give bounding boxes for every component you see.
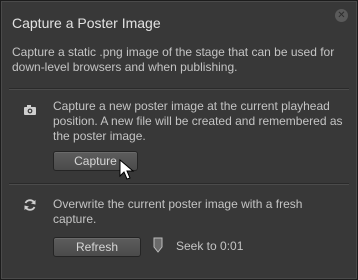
divider	[9, 88, 349, 90]
capture-description: Capture a new poster image at the curren…	[53, 99, 343, 143]
dialog-description: Capture a static .png image of the stage…	[12, 45, 335, 74]
camera-icon	[24, 105, 36, 115]
close-button[interactable]: ✕	[335, 9, 348, 22]
dialog-title: Capture a Poster Image	[12, 15, 161, 31]
refresh-button[interactable]: Refresh	[53, 237, 141, 257]
playhead-marker-icon[interactable]	[153, 237, 163, 253]
refresh-icon	[24, 199, 36, 211]
seek-label: Seek to 0:01	[176, 239, 244, 253]
mouse-cursor-icon	[119, 159, 135, 180]
close-icon: ✕	[337, 10, 346, 21]
capture-poster-dialog: Capture a Poster Image ✕ Capture a stati…	[0, 0, 358, 280]
refresh-description: Overwrite the current poster image with …	[53, 197, 303, 226]
divider	[9, 183, 349, 185]
